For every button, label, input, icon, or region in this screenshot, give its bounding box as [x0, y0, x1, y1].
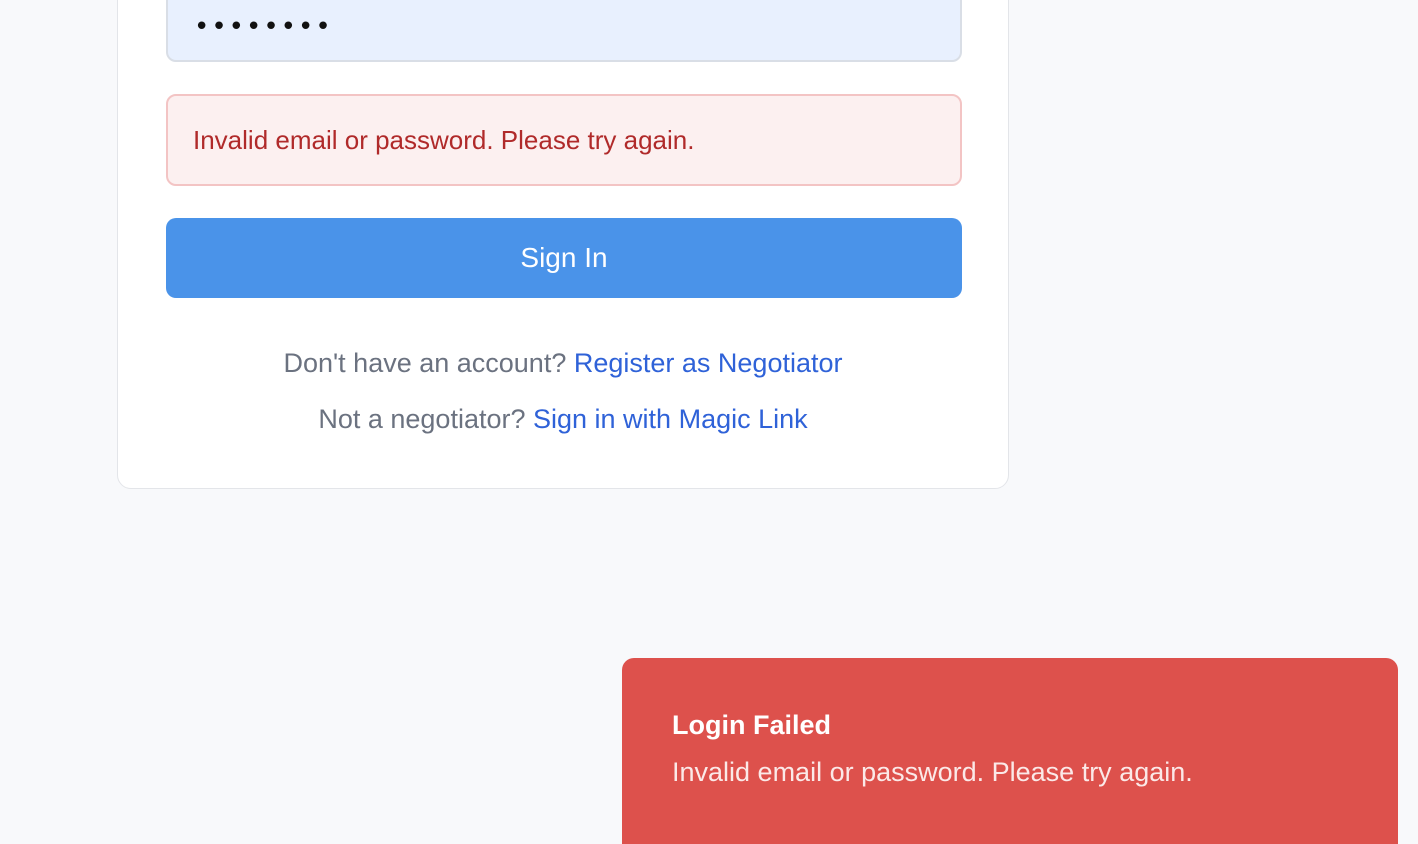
magic-link-row: Not a negotiator? Sign in with Magic Lin… [117, 404, 1009, 435]
toast-title: Login Failed [672, 710, 831, 740]
password-value: •••••••• [194, 12, 333, 42]
magic-prompt: Not a negotiator? [318, 404, 526, 434]
error-toast[interactable]: Login Failed Invalid email or password. … [622, 658, 1398, 844]
error-alert: Invalid email or password. Please try ag… [166, 94, 962, 186]
toast-message: Invalid email or password. Please try ag… [672, 757, 1193, 787]
magic-link[interactable]: Sign in with Magic Link [533, 404, 808, 434]
password-field[interactable]: •••••••• [166, 0, 962, 62]
register-row: Don't have an account? Register as Negot… [117, 348, 1009, 379]
sign-in-button[interactable]: Sign In [166, 218, 962, 298]
error-message: Invalid email or password. Please try ag… [193, 124, 695, 155]
login-page: •••••••• Invalid email or password. Plea… [0, 0, 1418, 844]
register-prompt: Don't have an account? [283, 348, 567, 378]
register-link[interactable]: Register as Negotiator [574, 348, 843, 378]
